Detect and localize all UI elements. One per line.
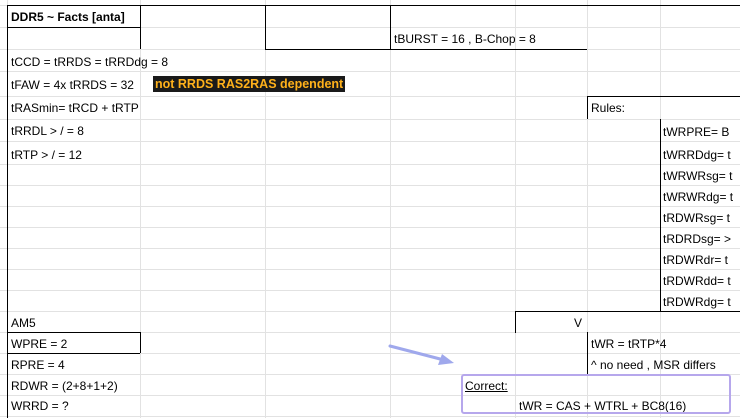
rule-twrwrdg[interactable]: tWRWRdg= t	[663, 190, 733, 205]
cell-twr[interactable]: tWR = tRTP*4	[591, 337, 666, 352]
cell-v[interactable]: V	[574, 316, 582, 331]
cell-no-need[interactable]: ^ no need , MSR differs	[591, 358, 716, 373]
cell-rpre[interactable]: RPRE = 4	[11, 358, 65, 373]
cell-wrrd[interactable]: WRRD = ?	[11, 399, 69, 414]
cell-tccd[interactable]: tCCD = tRRDS = tRRDdg = 8	[11, 55, 168, 70]
rule-trdwrdg[interactable]: tRDWRdg= t	[663, 295, 731, 310]
rule-trdwrdr[interactable]: tRDWRdr= t	[663, 253, 728, 268]
correct-callout-box	[461, 374, 731, 414]
arrow-icon	[388, 344, 454, 365]
rule-twrrddg[interactable]: tWRRDdg= t	[663, 148, 731, 163]
rule-twrpre[interactable]: tWRPRE= B	[663, 125, 729, 140]
spreadsheet[interactable]: DDR5 ~ Facts [anta] tBURST = 16 , B-Chop…	[0, 0, 740, 418]
rule-trdrdsg[interactable]: tRDRDsg= >	[663, 232, 731, 247]
sheet-title-text: DDR5 ~ Facts	[11, 10, 93, 24]
cell-trtp[interactable]: tRTP > / = 12	[11, 148, 82, 163]
sheet-title-tag: [anta]	[92, 10, 125, 24]
cell-trrdl[interactable]: tRRDL > / = 8	[11, 124, 84, 139]
cell-am5[interactable]: AM5	[11, 316, 36, 331]
cell-trasmin[interactable]: tRASmin= tRCD + tRTP	[11, 101, 139, 116]
rule-twrwrsg[interactable]: tWRWRsg= t	[663, 169, 732, 184]
cell-rules[interactable]: Rules:	[591, 101, 625, 116]
rule-trdwrdd[interactable]: tRDWRdd= t	[663, 274, 731, 289]
cell-tburst[interactable]: tBURST = 16 , B-Chop = 8	[394, 32, 536, 47]
cell-tfaw[interactable]: tFAW = 4x tRRDS = 32	[11, 78, 134, 93]
sheet-title[interactable]: DDR5 ~ Facts [anta]	[11, 10, 125, 25]
rule-trdwrsg[interactable]: tRDWRsg= t	[663, 211, 730, 226]
cell-wpre[interactable]: WPRE = 2	[11, 337, 67, 352]
cell-rdwr[interactable]: RDWR = (2+8+1+2)	[11, 379, 118, 394]
cell-tfaw-note[interactable]: not RRDS RAS2RAS dependent	[153, 76, 346, 92]
